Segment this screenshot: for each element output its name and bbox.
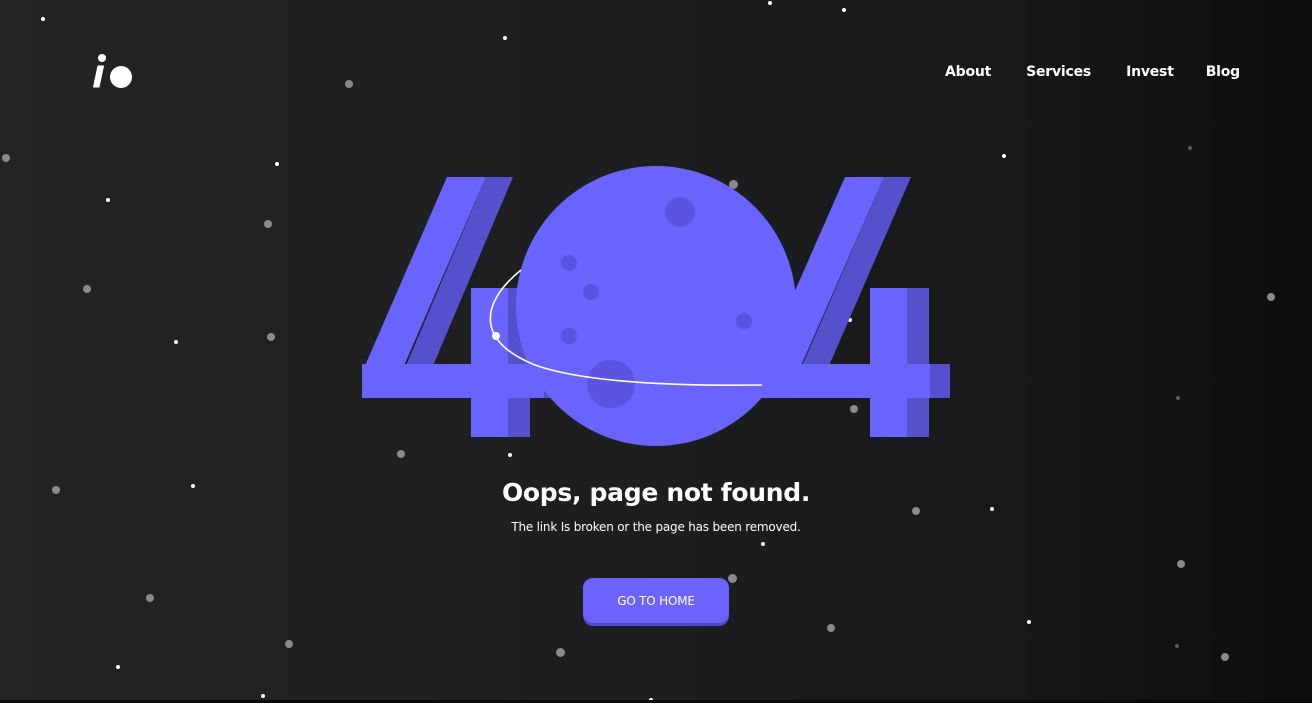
go-to-home-button[interactable]: GO TO HOME (583, 578, 729, 623)
error-description: The link Is broken or the page has been … (511, 520, 801, 534)
page-title: Oops, page not found. (501, 478, 811, 507)
satellite-dot (492, 332, 500, 340)
planet-icon (516, 166, 796, 446)
